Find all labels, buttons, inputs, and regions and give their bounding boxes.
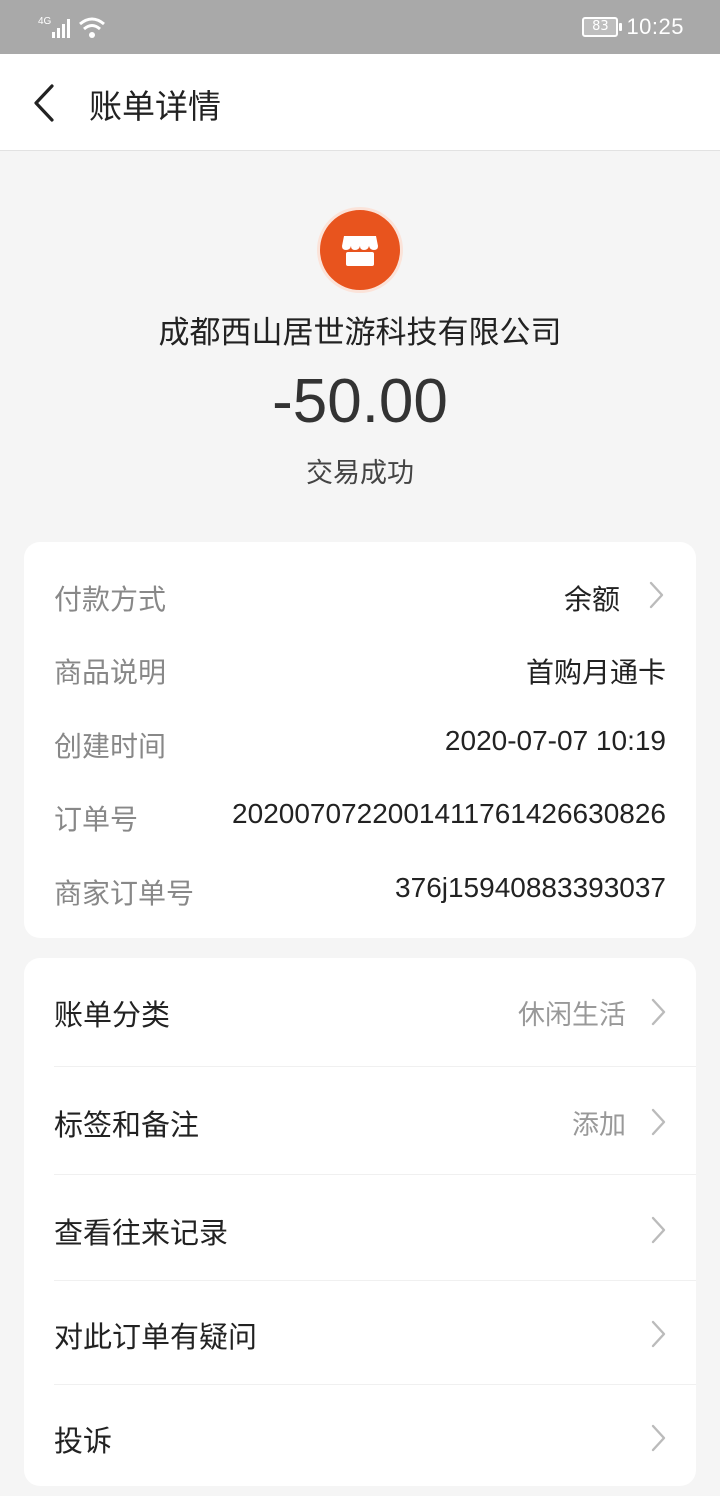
chevron-right-icon	[651, 1424, 666, 1452]
merchant-order-number-label: 商家订单号	[54, 877, 195, 910]
payment-method-value: 余额	[563, 584, 620, 615]
created-time-value: 2020-07-07 10:19	[444, 725, 666, 756]
divider	[54, 1066, 696, 1067]
tags-notes-label: 标签和备注	[54, 1108, 200, 1142]
signal-wifi-icon: 4G	[38, 16, 105, 38]
order-number-value[interactable]: 2020070722001411761426630826	[232, 798, 666, 830]
order-question-label: 对此订单有疑问	[54, 1320, 258, 1354]
merchant-logo	[317, 207, 403, 293]
status-bar: 4G 83 10:25	[0, 0, 720, 54]
product-description-row: 商品说明 首购月通卡	[54, 643, 666, 693]
complaint-row[interactable]: 投诉	[24, 1384, 696, 1490]
clock: 10:25	[626, 14, 684, 39]
bill-category-label: 账单分类	[54, 998, 171, 1032]
transaction-amount: -50.00	[272, 367, 448, 436]
order-question-row[interactable]: 对此订单有疑问	[24, 1280, 696, 1386]
view-records-row[interactable]: 查看往来记录	[24, 1176, 696, 1282]
created-time-row: 创建时间 2020-07-07 10:19	[54, 717, 666, 767]
payment-method-row[interactable]: 付款方式 余额	[54, 570, 666, 620]
merchant-order-number-value[interactable]: 376j15940883393037	[395, 872, 666, 904]
network-type: 4G	[38, 16, 52, 27]
chevron-right-icon	[651, 1320, 666, 1348]
payment-method-label: 付款方式	[54, 583, 167, 616]
battery-icon: 83	[582, 17, 623, 37]
transaction-status: 交易成功	[306, 458, 414, 489]
bill-category-value: 休闲生活	[518, 1000, 626, 1031]
chevron-right-icon	[651, 1216, 666, 1244]
bill-category-row[interactable]: 账单分类 休闲生活	[24, 958, 696, 1064]
chevron-left-icon	[34, 84, 54, 122]
tags-notes-value: 添加	[572, 1110, 626, 1141]
order-number-row: 订单号 2020070722001411761426630826	[54, 790, 666, 840]
merchant-name: 成都西山居世游科技有限公司	[158, 315, 562, 351]
chevron-right-icon	[651, 998, 666, 1026]
back-button[interactable]	[26, 78, 66, 128]
product-description-label: 商品说明	[54, 656, 167, 689]
transaction-details-card: 付款方式 余额 商品说明 首购月通卡 创建时间 2020-07-07 10:19…	[24, 542, 696, 938]
chevron-right-icon	[651, 1108, 666, 1136]
actions-card: 账单分类 休闲生活 标签和备注 添加 查看往来记录 对此订单有疑问 投诉	[24, 958, 696, 1486]
view-records-label: 查看往来记录	[54, 1216, 229, 1250]
tags-notes-row[interactable]: 标签和备注 添加	[24, 1068, 696, 1174]
order-number-label: 订单号	[54, 803, 139, 836]
battery-level: 83	[592, 19, 609, 34]
created-time-label: 创建时间	[54, 730, 167, 763]
storefront-icon	[342, 236, 378, 266]
merchant-order-number-row: 商家订单号 376j15940883393037	[54, 864, 666, 914]
chevron-right-icon	[649, 581, 664, 609]
page-title: 账单详情	[89, 87, 221, 126]
complaint-label: 投诉	[54, 1424, 113, 1458]
product-description-value: 首购月通卡	[525, 657, 666, 688]
divider	[54, 1174, 696, 1175]
top-nav-bar: 账单详情	[0, 54, 720, 151]
